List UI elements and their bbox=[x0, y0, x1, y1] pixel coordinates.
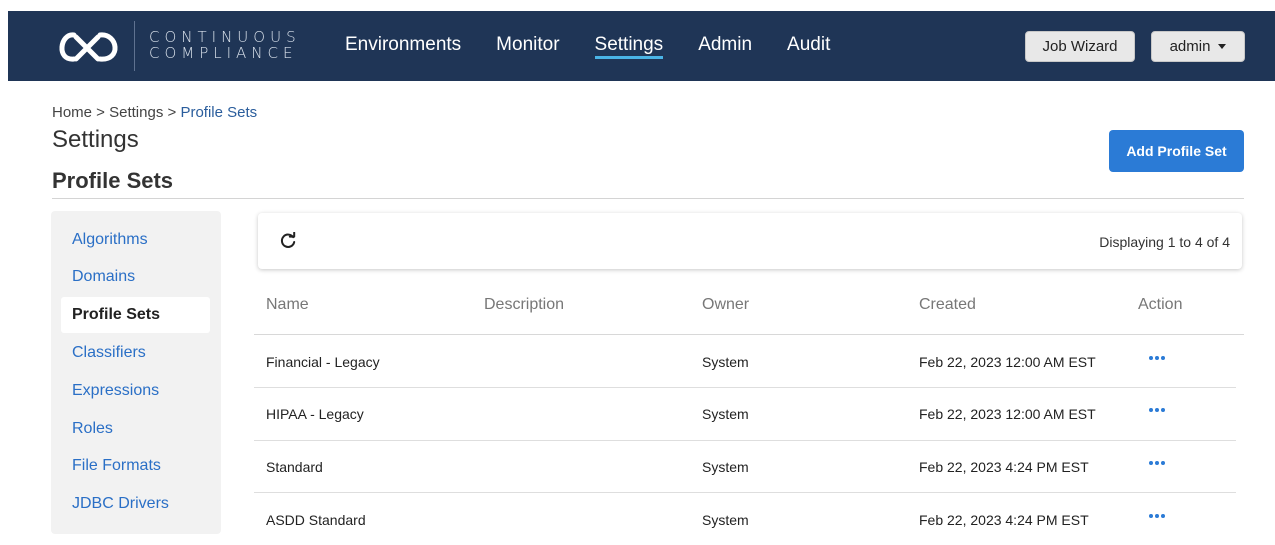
nav-admin[interactable]: Admin bbox=[698, 11, 752, 81]
brand-wordmark: CONTINUOUS COMPLIANCE bbox=[149, 29, 301, 61]
section-divider bbox=[52, 198, 1244, 199]
column-header-created[interactable]: Created bbox=[919, 296, 976, 314]
cell-created: Feb 22, 2023 4:24 PM EST bbox=[919, 459, 1089, 475]
cell-name: Financial - Legacy bbox=[266, 354, 380, 370]
add-profile-set-label: Add Profile Set bbox=[1126, 143, 1227, 159]
breadcrumb-settings[interactable]: Settings bbox=[109, 104, 163, 121]
nav-audit[interactable]: Audit bbox=[787, 11, 830, 81]
breadcrumb-current[interactable]: Profile Sets bbox=[180, 104, 257, 121]
top-navbar: CONTINUOUS COMPLIANCE Environments Monit… bbox=[8, 11, 1275, 81]
brand-line-2: COMPLIANCE bbox=[149, 44, 298, 62]
cell-name: Standard bbox=[266, 459, 323, 475]
nav-settings[interactable]: Settings bbox=[594, 11, 663, 81]
sidebar-item-domains[interactable]: Domains bbox=[72, 268, 135, 286]
sidebar-item-roles[interactable]: Roles bbox=[72, 420, 113, 438]
table-row[interactable]: HIPAA - Legacy System Feb 22, 2023 12:00… bbox=[254, 388, 1236, 440]
page-title: Settings bbox=[52, 126, 139, 153]
add-profile-set-button[interactable]: Add Profile Set bbox=[1109, 130, 1244, 172]
refresh-icon[interactable] bbox=[279, 232, 297, 250]
table-row[interactable]: Financial - Legacy System Feb 22, 2023 1… bbox=[254, 336, 1236, 388]
cell-name: HIPAA - Legacy bbox=[266, 406, 364, 422]
breadcrumb-home[interactable]: Home bbox=[52, 104, 92, 121]
sidebar-item-file-formats[interactable]: File Formats bbox=[72, 457, 161, 475]
header-divider bbox=[254, 334, 1244, 335]
user-menu-button[interactable]: admin bbox=[1151, 31, 1245, 62]
main-nav: Environments Monitor Settings Admin Audi… bbox=[345, 11, 865, 81]
sidebar-item-classifiers[interactable]: Classifiers bbox=[72, 344, 146, 362]
column-header-name[interactable]: Name bbox=[266, 296, 309, 314]
sidebar-item-profile-sets[interactable]: Profile Sets bbox=[61, 297, 210, 333]
table-row[interactable]: ASDD Standard System Feb 22, 2023 4:24 P… bbox=[254, 493, 1236, 545]
brand-line-1: CONTINUOUS bbox=[149, 28, 301, 46]
sidebar-item-jdbc-drivers[interactable]: JDBC Drivers bbox=[72, 495, 169, 513]
more-options-icon[interactable] bbox=[1149, 511, 1169, 521]
cell-owner: System bbox=[702, 406, 749, 422]
nav-monitor[interactable]: Monitor bbox=[496, 11, 559, 81]
job-wizard-label: Job Wizard bbox=[1042, 38, 1118, 55]
cell-owner: System bbox=[702, 354, 749, 370]
display-count: Displaying 1 to 4 of 4 bbox=[1099, 234, 1230, 250]
table-toolbar: Displaying 1 to 4 of 4 bbox=[258, 213, 1242, 269]
cell-created: Feb 22, 2023 12:00 AM EST bbox=[919, 406, 1096, 422]
cell-owner: System bbox=[702, 512, 749, 528]
cell-name: ASDD Standard bbox=[266, 512, 366, 528]
cell-owner: System bbox=[702, 459, 749, 475]
sidebar-item-expressions[interactable]: Expressions bbox=[72, 382, 159, 400]
logo-divider bbox=[134, 21, 135, 71]
settings-sidebar: Algorithms Domains Profile Sets Classifi… bbox=[51, 211, 221, 534]
cell-created: Feb 22, 2023 4:24 PM EST bbox=[919, 512, 1089, 528]
job-wizard-button[interactable]: Job Wizard bbox=[1025, 31, 1135, 62]
column-header-description[interactable]: Description bbox=[484, 296, 564, 314]
more-options-icon[interactable] bbox=[1149, 353, 1169, 363]
cx-logo-icon[interactable] bbox=[50, 25, 130, 69]
table-row[interactable]: Standard System Feb 22, 2023 4:24 PM EST bbox=[254, 441, 1236, 493]
breadcrumb: Home > Settings > Profile Sets bbox=[52, 104, 257, 121]
sidebar-item-algorithms[interactable]: Algorithms bbox=[72, 231, 148, 249]
user-menu-label: admin bbox=[1169, 38, 1211, 55]
column-header-action: Action bbox=[1138, 296, 1183, 313]
cell-created: Feb 22, 2023 12:00 AM EST bbox=[919, 354, 1096, 370]
caret-down-icon bbox=[1218, 44, 1227, 49]
more-options-icon[interactable] bbox=[1149, 458, 1169, 468]
breadcrumb-separator: > bbox=[163, 104, 181, 121]
more-options-icon[interactable] bbox=[1149, 405, 1169, 415]
nav-environments[interactable]: Environments bbox=[345, 11, 461, 81]
breadcrumb-separator: > bbox=[92, 104, 110, 121]
section-title: Profile Sets bbox=[52, 168, 174, 193]
column-header-owner[interactable]: Owner bbox=[702, 296, 749, 314]
